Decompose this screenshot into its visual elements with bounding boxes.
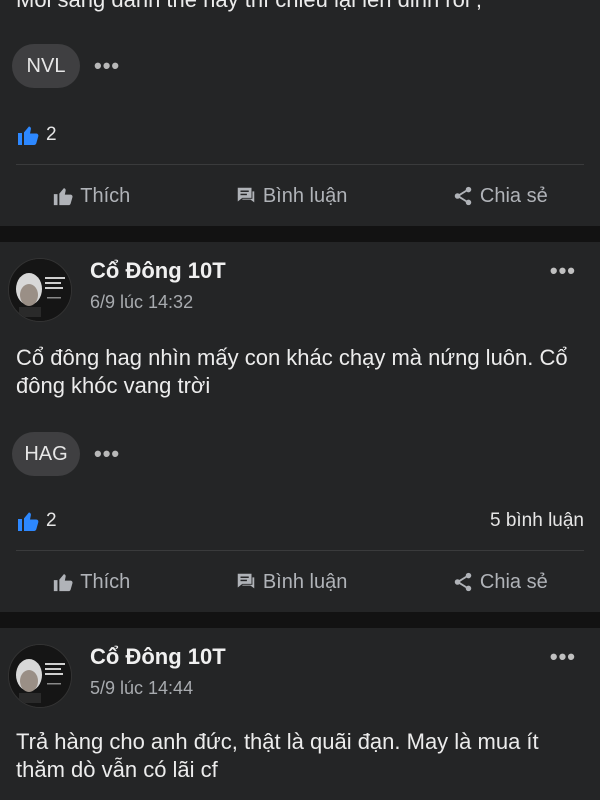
share-icon (454, 572, 472, 592)
more-dots-icon[interactable]: ••• (550, 260, 576, 282)
reaction-bar: 2 5 bình luận (16, 506, 584, 536)
share-label: Chia sẻ (479, 570, 548, 593)
post-card: Cổ Đông 10T 6/9 lúc 14:32 ••• Cổ đông ha… (0, 242, 600, 612)
post-time: 5/9 lúc 14:44 (90, 678, 194, 698)
comment-label: Bình luận (262, 184, 348, 207)
like-count: 2 (46, 124, 57, 145)
avatar[interactable] (8, 258, 72, 322)
comment-button[interactable]: Bình luận (235, 184, 348, 208)
chat-bubble-icon (237, 187, 255, 203)
chat-bubble-icon (237, 573, 255, 589)
share-label: Chia sẻ (479, 184, 548, 207)
like-count: 2 (46, 510, 57, 531)
author-name[interactable]: Cổ Đông 10T (90, 258, 226, 284)
post-card: Mỗi sáng đánh thế này thì chiều lại lên … (0, 0, 600, 226)
share-icon (454, 186, 472, 206)
post-text: Trả hàng cho anh đức, thật là quãi đạn. … (16, 729, 539, 782)
comment-button[interactable]: Bình luận (235, 570, 348, 594)
stock-tag[interactable]: NVL (12, 44, 80, 88)
thumbs-up-icon (16, 123, 40, 147)
more-dots-icon[interactable]: ••• (94, 55, 120, 77)
stock-tag-row: HAG ••• (12, 432, 120, 476)
more-dots-icon[interactable]: ••• (94, 443, 120, 465)
share-button[interactable]: Chia sẻ (452, 571, 548, 594)
comment-label: Bình luận (262, 570, 348, 593)
post-header: Cổ Đông 10T 6/9 lúc 14:32 ••• (0, 242, 600, 322)
action-bar: Thích Bình luận Chia sẻ (0, 559, 600, 605)
author-name[interactable]: Cổ Đông 10T (90, 644, 226, 670)
like-summary[interactable]: 2 (16, 509, 57, 533)
reaction-bar: 2 (16, 120, 584, 150)
stock-tag-row: NVL ••• (12, 44, 120, 88)
like-button[interactable]: Thích (52, 571, 130, 594)
thumbs-up-outline-icon (54, 188, 73, 206)
action-bar: Thích Bình luận Chia sẻ (0, 173, 600, 219)
post-text: Cổ đông hag nhìn mấy con khác chạy mà nứ… (16, 345, 568, 398)
avatar[interactable] (8, 644, 72, 708)
like-summary[interactable]: 2 (16, 123, 57, 147)
like-label: Thích (80, 184, 131, 207)
share-button[interactable]: Chia sẻ (452, 185, 548, 208)
comment-count[interactable]: 5 bình luận (490, 510, 584, 532)
more-dots-icon[interactable]: ••• (550, 646, 576, 668)
post-time: 6/9 lúc 14:32 (90, 292, 194, 312)
post-text: Mỗi sáng đánh thế này thì chiều lại lên … (16, 0, 584, 14)
thumbs-up-icon (16, 509, 40, 533)
thumbs-up-outline-icon (54, 574, 73, 592)
divider (16, 550, 584, 551)
post-card: Cổ Đông 10T 5/9 lúc 14:44 ••• Trả hàng c… (0, 628, 600, 800)
post-header: Cổ Đông 10T 5/9 lúc 14:44 ••• (0, 628, 600, 708)
like-label: Thích (80, 570, 131, 593)
like-button[interactable]: Thích (52, 185, 130, 208)
stock-tag[interactable]: HAG (12, 432, 80, 476)
divider (16, 164, 584, 165)
